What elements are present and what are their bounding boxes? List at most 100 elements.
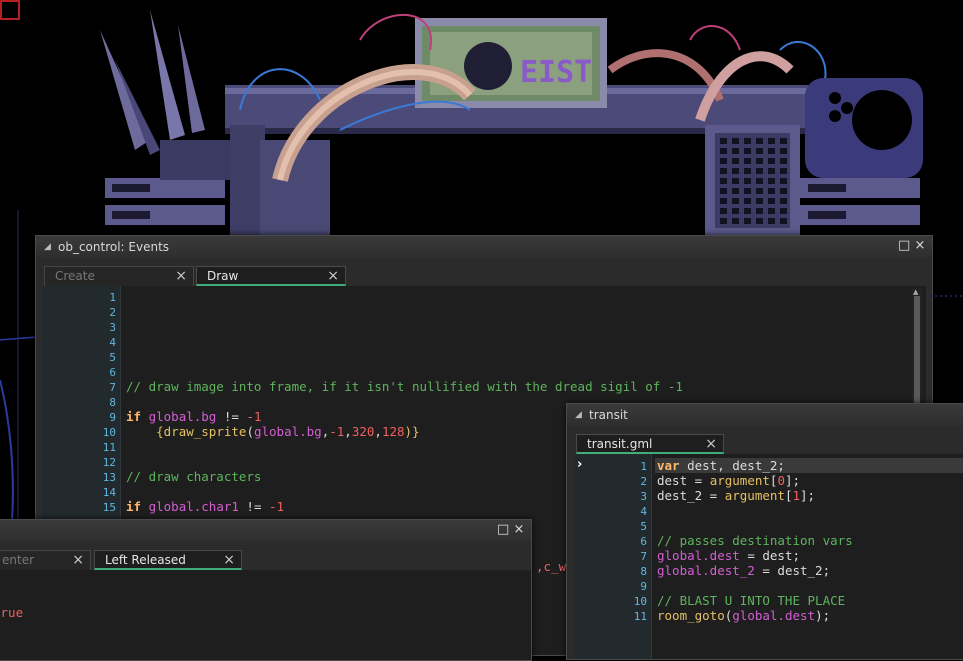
code-line-1: var dest, dest_2; — [657, 458, 785, 473]
close-icon[interactable]: × — [72, 551, 84, 570]
code-global: global.dest_2 — [657, 563, 755, 578]
events-window-titlebar[interactable]: ◢ ob_control: Events □ × — [36, 236, 932, 258]
line-number: 11 — [102, 441, 116, 454]
line-number: 9 — [109, 411, 116, 424]
line-number: 3 — [640, 490, 647, 503]
line-number: 1 — [640, 460, 647, 473]
close-icon[interactable]: × — [175, 267, 187, 286]
tab-mouse-enter[interactable]: enter × — [0, 550, 91, 570]
transit-window: ◢ transit transit.gml × › 1 2 3 4 5 6 7 … — [566, 403, 963, 660]
code-line-6: // passes destination vars — [657, 533, 853, 548]
code-global: global.bg — [148, 409, 217, 424]
code-operator: != — [238, 499, 270, 514]
scrollbar-thumb[interactable] — [914, 296, 920, 416]
line-number: 3 — [109, 321, 116, 334]
code-number: -1 — [269, 499, 285, 514]
code-number: -1 — [329, 424, 345, 439]
line-number: 7 — [109, 381, 116, 394]
code-line-10: {draw_sprite(global.bg,-1,320,128)} — [126, 424, 420, 439]
line-number: 15 — [102, 501, 116, 514]
code-global: global.char1 — [148, 499, 239, 514]
line-number: 11 — [633, 610, 647, 623]
close-icon[interactable]: × — [513, 523, 525, 536]
tab-label: Create — [55, 269, 95, 283]
transit-tab-row: transit.gml × — [567, 426, 963, 454]
line-number: 9 — [640, 580, 647, 593]
line-number: 2 — [109, 306, 116, 319]
code-line-11: room_goto(global.dest); — [657, 608, 830, 623]
tab-create[interactable]: Create × — [44, 266, 194, 286]
code-line-15: if global.char1 != -1 — [126, 499, 284, 514]
line-number: 10 — [633, 595, 647, 608]
code-line-7: global.dest = dest; — [657, 548, 800, 563]
code-function: room_goto — [657, 608, 725, 623]
line-number: 8 — [109, 396, 116, 409]
line-number: 5 — [109, 351, 116, 364]
tab-transit-gml[interactable]: transit.gml × — [576, 434, 724, 454]
line-number: 4 — [109, 336, 116, 349]
code-fragment: ,c_w — [536, 559, 567, 574]
transit-window-title: transit — [589, 408, 628, 422]
code-line-8: global.dest_2 = dest_2; — [657, 563, 830, 578]
scroll-up-icon[interactable]: ▲ — [913, 288, 918, 296]
code-line-13: // draw characters — [126, 469, 261, 484]
code-fragment: true — [0, 605, 23, 620]
line-number: 13 — [102, 471, 116, 484]
collapse-icon[interactable]: ◢ — [44, 236, 51, 258]
code-editor[interactable]: › 1 2 3 4 5 6 7 8 9 10 11 var dest, dest… — [575, 454, 963, 659]
close-icon[interactable]: × — [705, 435, 717, 454]
code-brace: )} — [404, 424, 420, 439]
code-comment: // draw image into frame, if it isn't nu… — [126, 379, 683, 394]
code-global: global.bg — [253, 424, 322, 439]
mouse-events-window: □ × enter × Left Released × true — [0, 519, 532, 661]
code-number: 128 — [381, 424, 405, 439]
tab-label: transit.gml — [587, 437, 653, 451]
maximize-icon[interactable]: □ — [497, 523, 509, 536]
close-icon[interactable]: × — [914, 239, 926, 252]
transit-titlebar[interactable]: ◢ transit — [567, 404, 963, 426]
code-text: = dest; — [739, 548, 801, 563]
code-comment: // draw characters — [126, 469, 262, 484]
collapse-icon[interactable]: ◢ — [575, 404, 582, 426]
events-tab-row: Create × Draw × — [36, 258, 932, 286]
line-number: 10 — [102, 426, 116, 439]
code-line-2: dest = argument[0]; — [657, 473, 800, 488]
code-global: global.dest — [732, 608, 816, 623]
current-line-marker: › — [577, 457, 583, 472]
line-number: 6 — [109, 366, 116, 379]
code-comma: , — [344, 424, 352, 439]
mouse-events-titlebar[interactable]: □ × — [0, 520, 531, 542]
code-number: 1 — [792, 488, 801, 503]
line-number: 8 — [640, 565, 647, 578]
close-icon[interactable]: × — [327, 267, 339, 286]
code-editor[interactable]: true — [0, 570, 531, 660]
code-comment: // BLAST U INTO THE PLACE — [657, 593, 846, 608]
code-paren: ( — [246, 424, 254, 439]
line-number-gutter: › 1 2 3 4 5 6 7 8 9 10 11 — [575, 454, 652, 659]
line-number: 2 — [640, 475, 647, 488]
tab-left-released[interactable]: Left Released × — [94, 550, 242, 570]
maximize-icon[interactable]: □ — [898, 239, 910, 252]
code-comma: , — [374, 424, 382, 439]
tab-label: enter — [2, 553, 35, 567]
code-line-3: dest_2 = argument[1]; — [657, 488, 815, 503]
code-keyword: if — [126, 499, 142, 514]
svg-text:EIST: EIST — [520, 55, 592, 90]
close-icon[interactable]: × — [223, 551, 235, 570]
code-comment: // passes destination vars — [657, 533, 853, 548]
code-line-10: // BLAST U INTO THE PLACE — [657, 593, 845, 608]
tab-label: Left Released — [105, 553, 186, 567]
code-bracket: ]; — [784, 473, 801, 488]
code-function: argument — [724, 488, 785, 503]
room-corner-marker[interactable] — [0, 0, 20, 20]
code-function: argument — [709, 473, 770, 488]
line-number: 14 — [102, 486, 116, 499]
tab-draw[interactable]: Draw × — [196, 266, 346, 286]
line-number: 5 — [640, 520, 647, 533]
code-keyword: var — [657, 458, 680, 473]
code-bracket: ]; — [800, 488, 816, 503]
code-number: -1 — [246, 409, 262, 424]
line-number: 4 — [640, 505, 647, 518]
line-number: 1 — [109, 291, 116, 304]
code-text: dest, dest_2; — [679, 458, 785, 473]
